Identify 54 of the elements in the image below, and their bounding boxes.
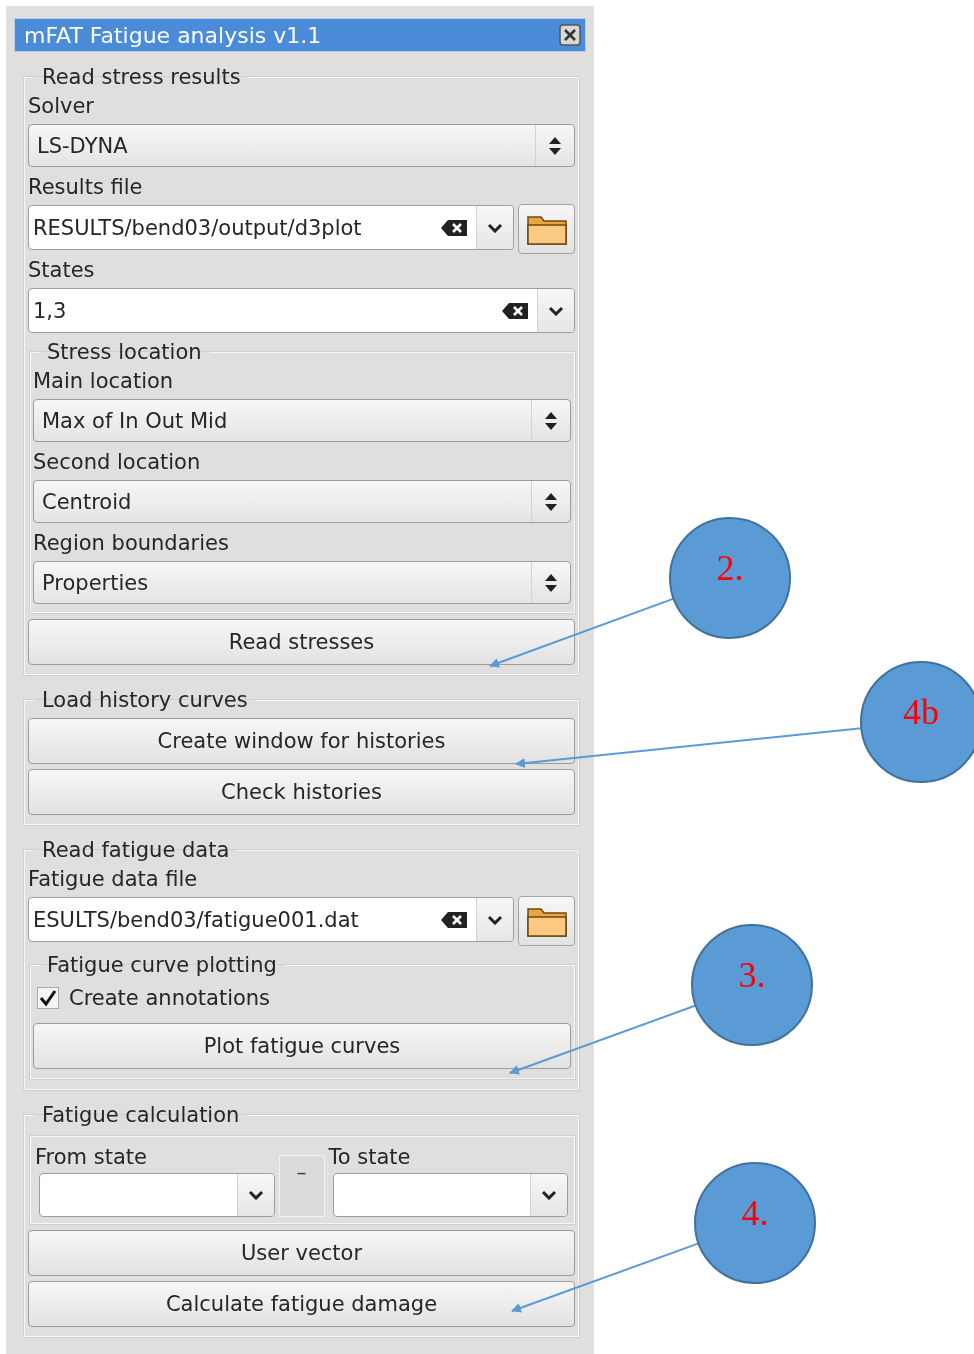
chevron-down-icon xyxy=(487,222,503,233)
input-field[interactable]: ESULTS/bend03/fatigue001.dat xyxy=(28,897,514,942)
dropdown[interactable]: Centroid xyxy=(33,480,571,523)
group-title: Read stress results xyxy=(41,64,242,90)
group-title: Fatigue curve plotting xyxy=(46,952,278,978)
push-button[interactable]: Create window for histories xyxy=(28,718,575,764)
dropdown-button[interactable] xyxy=(476,206,513,249)
checkmark-icon xyxy=(39,989,57,1007)
field-label: Solver xyxy=(28,93,95,120)
browse-button[interactable] xyxy=(518,895,575,946)
group-title: Load history curves xyxy=(41,687,249,713)
push-button[interactable]: Calculate fatigue damage xyxy=(28,1281,575,1327)
window-title: mFAT Fatigue analysis v1.1 xyxy=(24,22,322,48)
push-button[interactable]: Read stresses xyxy=(28,619,575,665)
clear-icon xyxy=(440,910,468,929)
field-label: Main location xyxy=(33,368,175,395)
clear-icon xyxy=(440,218,468,237)
checkbox-label: Create annotations xyxy=(69,986,271,1010)
browse-button[interactable] xyxy=(518,203,575,254)
checkbox[interactable] xyxy=(37,987,59,1009)
dropdown-button[interactable] xyxy=(530,1174,567,1216)
chevron-down-icon xyxy=(247,1190,264,1200)
dropdown[interactable]: Max of In Out Mid xyxy=(33,399,571,442)
group-title: Read fatigue data xyxy=(41,837,231,863)
dropdown-button[interactable] xyxy=(537,289,574,332)
dropdown[interactable]: Properties xyxy=(33,561,571,604)
field-label: Region boundaries xyxy=(33,530,230,557)
push-button[interactable]: User vector xyxy=(28,1230,575,1276)
chevron-down-icon xyxy=(541,1190,557,1200)
chevron-down-icon xyxy=(487,914,503,925)
chevron-down-icon xyxy=(548,305,564,316)
input-field[interactable]: RESULTS/bend03/output/d3plot xyxy=(28,205,514,250)
dropdown[interactable]: LS-DYNA xyxy=(28,124,575,167)
separator-button[interactable]: – xyxy=(278,1155,325,1217)
close-icon xyxy=(559,24,581,46)
push-button[interactable]: Plot fatigue curves xyxy=(33,1023,571,1069)
dropdown-button[interactable] xyxy=(236,1174,274,1216)
callout-label: 2. xyxy=(716,548,744,588)
field-label: Results file xyxy=(28,174,144,201)
dropdown-button[interactable] xyxy=(476,898,513,941)
push-button[interactable]: Check histories xyxy=(28,769,575,815)
callout-label: 4b xyxy=(903,692,939,732)
field-label: From state xyxy=(35,1144,148,1171)
field-label: To state xyxy=(328,1144,412,1171)
field-label: States xyxy=(28,257,96,284)
field-label: Second location xyxy=(33,449,202,476)
group-title: Stress location xyxy=(46,339,203,365)
callout-label: 3. xyxy=(738,955,766,995)
close-button[interactable] xyxy=(559,24,581,46)
callout-label: 4. xyxy=(741,1193,769,1233)
input-field[interactable]: 1,3 xyxy=(28,288,575,333)
group-title: Fatigue calculation xyxy=(41,1102,241,1128)
field-label: Fatigue data file xyxy=(28,866,199,893)
clear-icon xyxy=(501,301,529,320)
